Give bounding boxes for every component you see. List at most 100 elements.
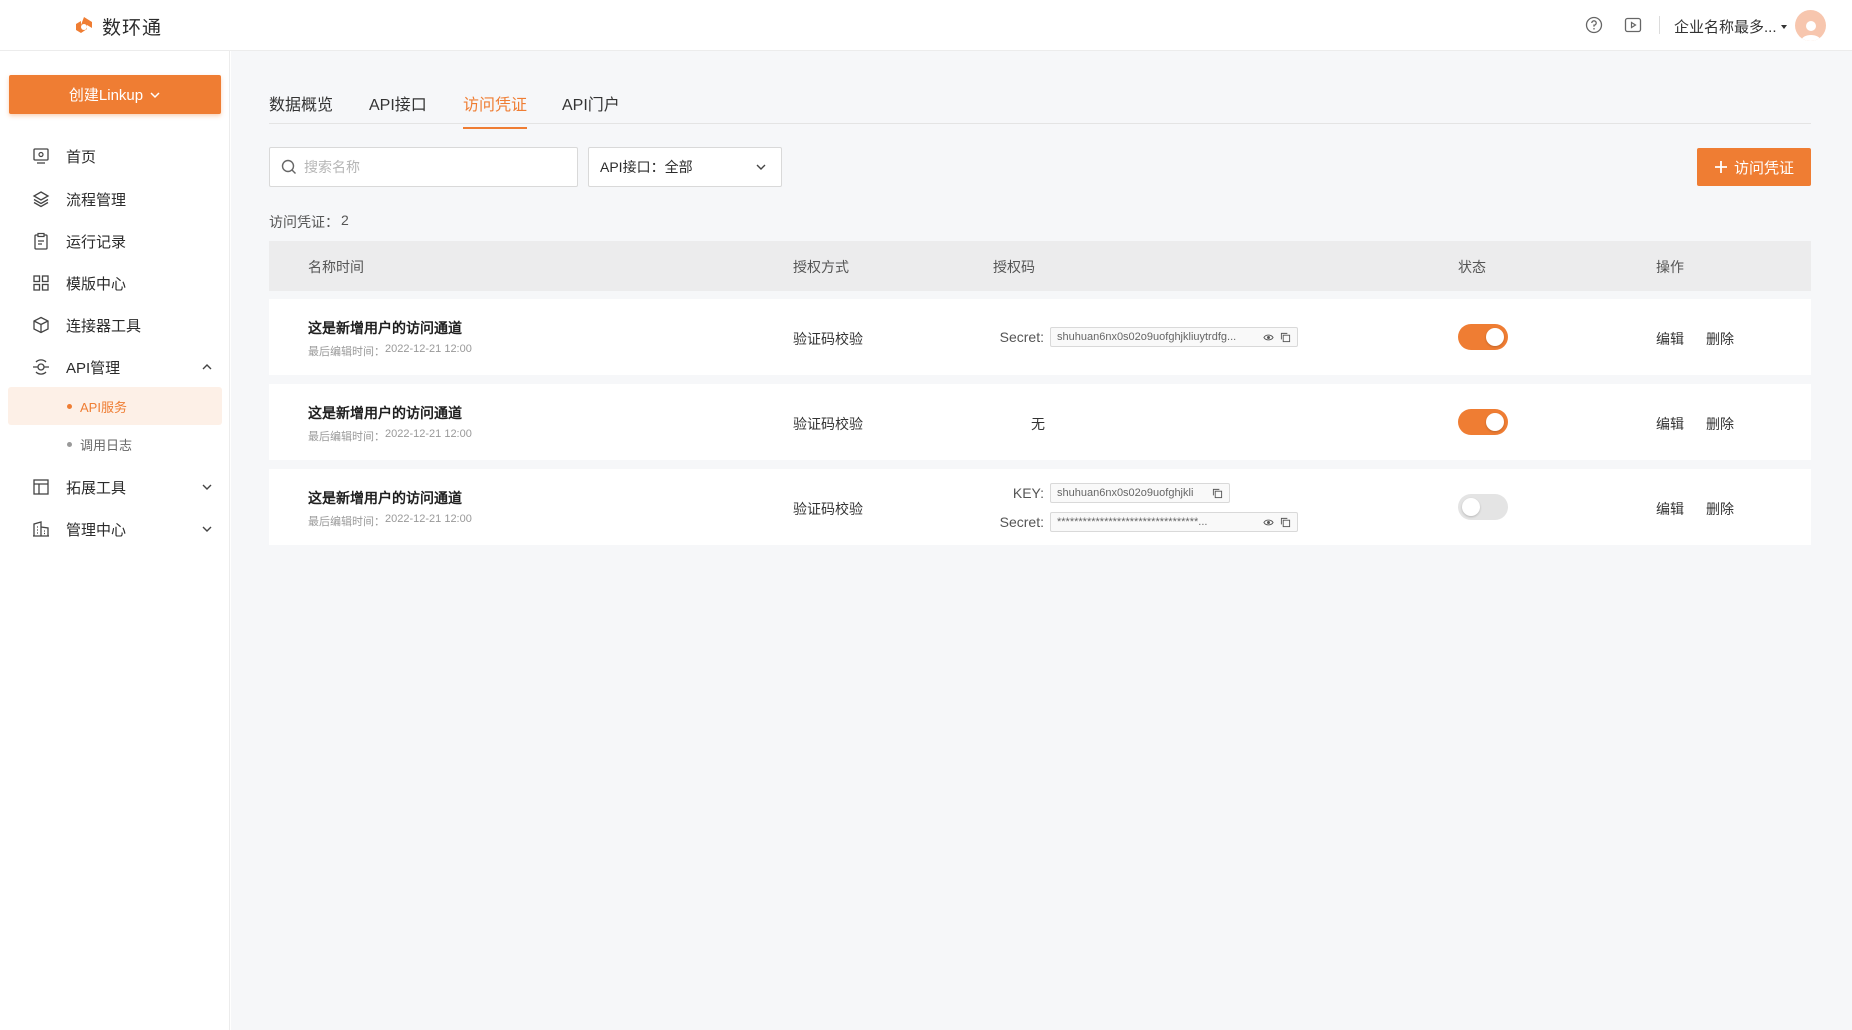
eye-icon[interactable] xyxy=(1263,332,1274,343)
add-credential-label: 访问凭证 xyxy=(1733,159,1794,177)
monitor-icon xyxy=(33,148,49,164)
add-credential-button[interactable]: 访问凭证 xyxy=(1697,148,1811,186)
main-content: 数据概览 API接口 访问凭证 API门户 API接口： 全部 访问凭证 访问凭… xyxy=(231,51,1852,1030)
key-line: KEY: shuhuan6nx0s02o9uofghjkli xyxy=(989,483,1230,503)
logo-text: 数环通 xyxy=(102,18,163,39)
api-interface-select[interactable]: API接口： 全部 xyxy=(588,147,782,187)
edit-time-label: 最后编辑时间： xyxy=(308,516,385,528)
edit-time-label: 最后编辑时间： xyxy=(308,431,385,443)
layers-icon xyxy=(32,191,50,208)
auth-method: 验证码校验 xyxy=(793,501,863,517)
credential-name: 这是新增用户的访问通道 xyxy=(308,405,462,421)
count-label: 访问凭证： xyxy=(269,214,339,230)
eye-icon[interactable] xyxy=(1263,517,1274,528)
plus-icon xyxy=(1714,161,1727,173)
auth-code-none: 无 xyxy=(1031,416,1045,432)
toggle-knob xyxy=(1462,498,1480,516)
copy-icon[interactable] xyxy=(1212,488,1223,499)
table-row: 这是新增用户的访问通道 最后编辑时间： 2022-12-21 12:00 验证码… xyxy=(269,384,1811,460)
delete-button[interactable]: 删除 xyxy=(1706,414,1734,434)
key-value: shuhuan6nx0s02o9uofghjkli xyxy=(1057,487,1194,499)
grid-icon xyxy=(33,275,49,291)
api-icon xyxy=(33,359,49,375)
sidebar-item-flows[interactable]: 流程管理 xyxy=(0,180,230,218)
sidebar-item-label: 拓展工具 xyxy=(66,479,127,497)
credential-name: 这是新增用户的访问通道 xyxy=(308,490,462,506)
column-header: 授权方式 xyxy=(793,259,849,275)
count-value: 2 xyxy=(341,212,349,228)
sidebar-item-label: 模版中心 xyxy=(66,275,127,293)
sidebar-item-connector-tools[interactable]: 连接器工具 xyxy=(0,306,230,344)
column-header: 授权码 xyxy=(993,259,1035,275)
secret-line: Secret: shuhuan6nx0s02o9uofghjkliuytrdfg… xyxy=(989,327,1298,347)
company-switcher[interactable]: 企业名称最多... xyxy=(1674,16,1787,37)
column-header: 状态 xyxy=(1458,259,1486,275)
caret-down-icon xyxy=(1780,24,1787,29)
copy-icon[interactable] xyxy=(1280,517,1291,528)
sidebar-item-home[interactable]: 首页 xyxy=(0,137,230,175)
status-toggle[interactable] xyxy=(1458,494,1508,520)
edit-button[interactable]: 编辑 xyxy=(1656,329,1684,349)
building-icon xyxy=(33,521,49,537)
tab-access-credentials[interactable]: 访问凭证 xyxy=(463,91,528,129)
edit-time: 最后编辑时间： 2022-12-21 12:00 xyxy=(308,343,472,359)
secret-box: *********************************... xyxy=(1050,512,1298,532)
search-input[interactable] xyxy=(304,159,564,175)
edit-button[interactable]: 编辑 xyxy=(1656,414,1684,434)
secret-value: shuhuan6nx0s02o9uofghjkliuytrdfg... xyxy=(1057,331,1237,343)
chevron-down-icon xyxy=(202,526,212,532)
edit-time-value: 2022-12-21 12:00 xyxy=(385,513,472,525)
secret-box: shuhuan6nx0s02o9uofghjkliuytrdfg... xyxy=(1050,327,1298,347)
tab-data-overview[interactable]: 数据概览 xyxy=(269,91,333,127)
search-box xyxy=(269,147,578,187)
column-header: 操作 xyxy=(1656,259,1684,275)
tab-api-portal[interactable]: API门户 xyxy=(562,91,620,127)
tab-bar: 数据概览 API接口 访问凭证 API门户 xyxy=(269,51,1811,129)
edit-time-label: 最后编辑时间： xyxy=(308,346,385,358)
secret-label: Secret: xyxy=(999,329,1044,345)
key-label: KEY: xyxy=(1012,485,1044,501)
key-box: shuhuan6nx0s02o9uofghjkli xyxy=(1050,483,1230,503)
avatar[interactable] xyxy=(1795,10,1826,41)
bullet-dot-icon xyxy=(67,441,72,447)
logo[interactable]: 数环通 xyxy=(72,13,162,40)
auth-method: 验证码校验 xyxy=(793,331,863,347)
cube-icon xyxy=(33,316,49,334)
top-header: 数环通 企业名称最多... xyxy=(0,0,1852,51)
select-label: API接口： xyxy=(600,159,665,175)
sidebar-item-admin-center[interactable]: 管理中心 xyxy=(0,510,230,548)
layout-icon xyxy=(33,479,49,495)
clipboard-icon xyxy=(34,232,48,250)
table-header: 名称时间 授权方式 授权码 状态 操作 xyxy=(269,241,1811,291)
edit-time-value: 2022-12-21 12:00 xyxy=(385,428,472,440)
toggle-knob xyxy=(1486,328,1504,346)
status-toggle[interactable] xyxy=(1458,324,1508,350)
table-row: 这是新增用户的访问通道 最后编辑时间： 2022-12-21 12:00 验证码… xyxy=(269,299,1811,375)
sidebar: 创建Linkup 首页 流程管理 运行记录 模版中心 连接器工具 API管理 A… xyxy=(0,51,230,1030)
sidebar-item-api-management[interactable]: API管理 xyxy=(0,348,230,386)
tab-api-interface[interactable]: API接口 xyxy=(369,91,427,127)
chevron-down-icon xyxy=(202,484,212,490)
sidebar-item-extension-tools[interactable]: 拓展工具 xyxy=(0,468,230,506)
column-header: 名称时间 xyxy=(308,259,364,275)
sidebar-item-label: API管理 xyxy=(66,359,121,377)
sidebar-subitem-call-logs[interactable]: 调用日志 xyxy=(8,425,222,463)
delete-button[interactable]: 删除 xyxy=(1706,499,1734,519)
video-play-icon[interactable] xyxy=(1624,16,1642,34)
edit-time-value: 2022-12-21 12:00 xyxy=(385,343,472,355)
status-toggle[interactable] xyxy=(1458,409,1508,435)
chevron-down-icon xyxy=(756,164,766,170)
sidebar-subitem-api-service[interactable]: API服务 xyxy=(8,387,222,425)
edit-time: 最后编辑时间： 2022-12-21 12:00 xyxy=(308,428,472,444)
delete-button[interactable]: 删除 xyxy=(1706,329,1734,349)
create-linkup-button[interactable]: 创建Linkup xyxy=(9,75,221,114)
sidebar-item-run-records[interactable]: 运行记录 xyxy=(0,222,230,260)
sidebar-item-templates[interactable]: 模版中心 xyxy=(0,264,230,302)
create-linkup-label: 创建Linkup xyxy=(68,87,144,104)
help-circle-icon[interactable] xyxy=(1585,16,1603,34)
select-value: 全部 xyxy=(664,159,693,175)
secret-value: *********************************... xyxy=(1057,516,1208,528)
edit-button[interactable]: 编辑 xyxy=(1656,499,1684,519)
copy-icon[interactable] xyxy=(1280,332,1291,343)
user-icon xyxy=(1800,21,1821,41)
